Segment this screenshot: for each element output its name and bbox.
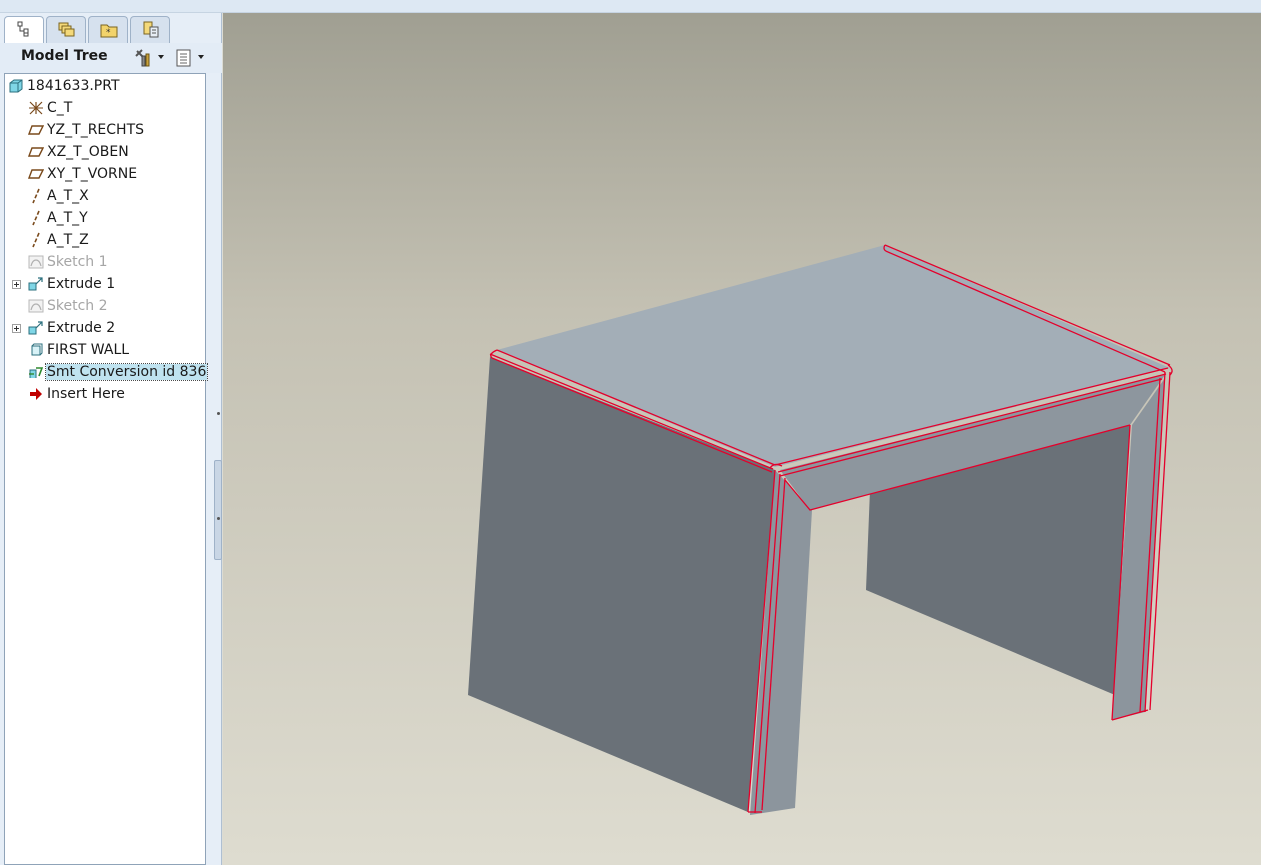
tree-item-label: Sketch 1: [47, 254, 108, 270]
datum-axis-icon: [32, 232, 40, 248]
datum-plane-icon: [28, 147, 44, 157]
graphics-viewport[interactable]: [223, 13, 1261, 865]
panel-splitter[interactable]: [214, 460, 222, 560]
navigator-panel: * Model Tree 1841633.PRT C_T YZ_T_RECHTS…: [0, 13, 222, 865]
extrude-icon: [28, 277, 43, 291]
model-tree-icon: [17, 21, 29, 37]
favorites-icon: [143, 21, 159, 38]
tree-item-a-t-z[interactable]: A_T_Z: [5, 229, 205, 251]
tree-item-sketch-2[interactable]: Sketch 2: [5, 295, 205, 317]
conversion-icon: [29, 367, 44, 378]
tree-item-label: XZ_T_OBEN: [47, 144, 129, 160]
datum-plane-icon: [28, 125, 44, 135]
svg-text:*: *: [106, 28, 111, 38]
splitter-grip-icon: [217, 517, 220, 520]
tree-item-a-t-x[interactable]: A_T_X: [5, 185, 205, 207]
sheetmetal-part-model[interactable]: [223, 13, 1261, 865]
datum-axis-icon: [32, 188, 40, 204]
chevron-down-icon: [198, 55, 204, 59]
tab-layers[interactable]: [46, 16, 86, 43]
tree-item-extrude-1[interactable]: Extrude 1: [5, 273, 205, 295]
datum-axis-icon: [32, 210, 40, 226]
tree-item-label: FIRST WALL: [47, 342, 130, 358]
datum-plane-icon: [28, 169, 44, 179]
tree-root-part[interactable]: 1841633.PRT: [5, 75, 205, 97]
tree-item-sketch-1[interactable]: Sketch 1: [5, 251, 205, 273]
tree-item-label: C_T: [47, 100, 73, 116]
wall-icon: [31, 343, 43, 356]
insert-arrow-icon: [30, 388, 42, 400]
tree-item-smt-conversion[interactable]: Smt Conversion id 836: [5, 361, 209, 383]
tree-item-insert-here[interactable]: Insert Here: [5, 383, 205, 405]
tree-item-label: Smt Conversion id 836: [44, 363, 209, 381]
tree-item-xy-t-vorne[interactable]: XY_T_VORNE: [5, 163, 205, 185]
tools-icon: [135, 49, 150, 67]
tree-show-button[interactable]: [174, 46, 206, 68]
tree-item-label: Extrude 2: [47, 320, 116, 336]
layers-icon: [58, 22, 75, 37]
tree-item-label: A_T_Y: [47, 210, 88, 226]
tree-item-label: Sketch 2: [47, 298, 108, 314]
navigator-tabs: *: [0, 13, 222, 44]
chevron-down-icon: [158, 55, 164, 59]
model-tree: 1841633.PRT C_T YZ_T_RECHTS XZ_T_OBEN XY…: [4, 73, 209, 865]
tree-item-label: Extrude 1: [47, 276, 116, 292]
tree-item-label: A_T_Z: [47, 232, 89, 248]
tree-root-label: 1841633.PRT: [27, 78, 120, 94]
tree-item-extrude-2[interactable]: Extrude 2: [5, 317, 205, 339]
tree-item-label: YZ_T_RECHTS: [47, 122, 145, 138]
tree-item-label: Insert Here: [47, 386, 125, 402]
folder-icon: *: [100, 24, 118, 38]
tree-settings-button[interactable]: [134, 46, 166, 68]
sketch-icon: [28, 255, 44, 269]
tab-favorites[interactable]: [130, 16, 170, 43]
tree-item-label: XY_T_VORNE: [47, 166, 138, 182]
expand-icon[interactable]: [12, 280, 21, 289]
expand-icon[interactable]: [12, 324, 21, 333]
tree-item-c-t[interactable]: C_T: [5, 97, 205, 119]
part-icon: [9, 79, 23, 93]
top-toolbar-strip: [0, 0, 1261, 13]
tree-item-first-wall[interactable]: FIRST WALL: [5, 339, 205, 361]
tab-model-tree[interactable]: [4, 16, 44, 44]
splitter-grip-icon: [217, 412, 220, 415]
tree-item-label: A_T_X: [47, 188, 89, 204]
extrude-icon: [28, 321, 43, 335]
sketch-icon: [28, 299, 44, 313]
tab-folder-browser[interactable]: *: [88, 16, 128, 43]
list-icon: [176, 49, 191, 67]
tree-item-a-t-y[interactable]: A_T_Y: [5, 207, 205, 229]
tree-item-xz-t-oben[interactable]: XZ_T_OBEN: [5, 141, 205, 163]
tree-item-yz-t-rechts[interactable]: YZ_T_RECHTS: [5, 119, 205, 141]
coordinate-system-icon: [29, 101, 43, 115]
model-tree-header: Model Tree: [0, 43, 222, 73]
model-tree-title: Model Tree: [21, 48, 108, 64]
